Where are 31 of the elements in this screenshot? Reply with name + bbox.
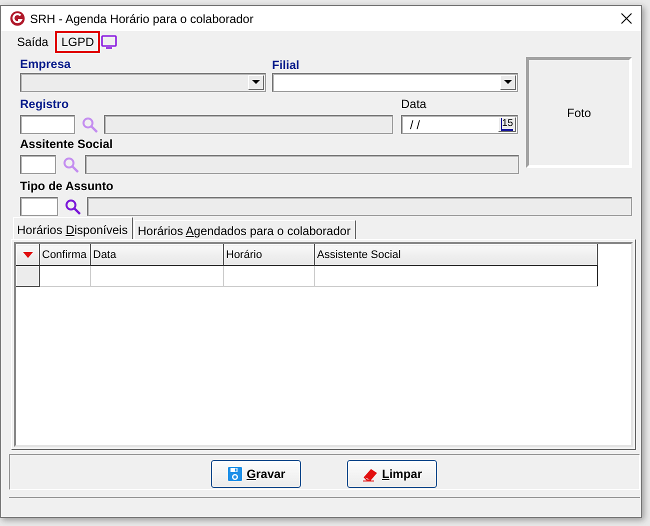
column-header[interactable]: Confirma xyxy=(40,244,90,266)
monitor-icon[interactable] xyxy=(101,35,118,49)
tab[interactable]: Horários Disponíveis xyxy=(13,217,133,239)
column-header[interactable]: Assistente Social xyxy=(314,244,598,266)
input-field[interactable] xyxy=(20,115,75,134)
input-field[interactable] xyxy=(20,155,56,174)
menu-item[interactable]: Saída xyxy=(10,30,56,54)
menu-item[interactable]: LGPD xyxy=(55,31,100,53)
field-label: Assitente Social xyxy=(20,137,113,152)
window-title: SRH - Agenda Horário para o colaborador xyxy=(30,12,254,26)
row-selector[interactable] xyxy=(16,266,40,286)
field-label: Empresa xyxy=(20,57,72,72)
column-header[interactable]: Data xyxy=(90,244,224,266)
field-label: Data xyxy=(401,97,426,112)
table-cell xyxy=(40,266,90,286)
branch-dropdown[interactable] xyxy=(272,73,518,92)
date-field[interactable]: / / 15 xyxy=(401,115,518,134)
field-label: Tipo de Assunto xyxy=(20,179,114,194)
calendar-button[interactable]: 15 xyxy=(498,117,516,132)
sort-indicator-icon xyxy=(23,252,33,258)
tab[interactable]: Horários Agendados para o colaborador xyxy=(134,220,356,239)
app-logo-icon xyxy=(10,11,25,26)
column-header[interactable]: Horário xyxy=(224,244,314,266)
clear-button[interactable]: Limpar xyxy=(347,460,437,488)
field-label: Filial xyxy=(272,58,300,73)
photo-frame: Foto xyxy=(526,57,632,168)
input-field[interactable] xyxy=(20,197,58,216)
field-label: Registro xyxy=(20,97,70,112)
search-icon[interactable] xyxy=(64,198,81,214)
save-button[interactable]: Gravar xyxy=(211,460,301,488)
row-indicator-header[interactable] xyxy=(16,244,40,266)
